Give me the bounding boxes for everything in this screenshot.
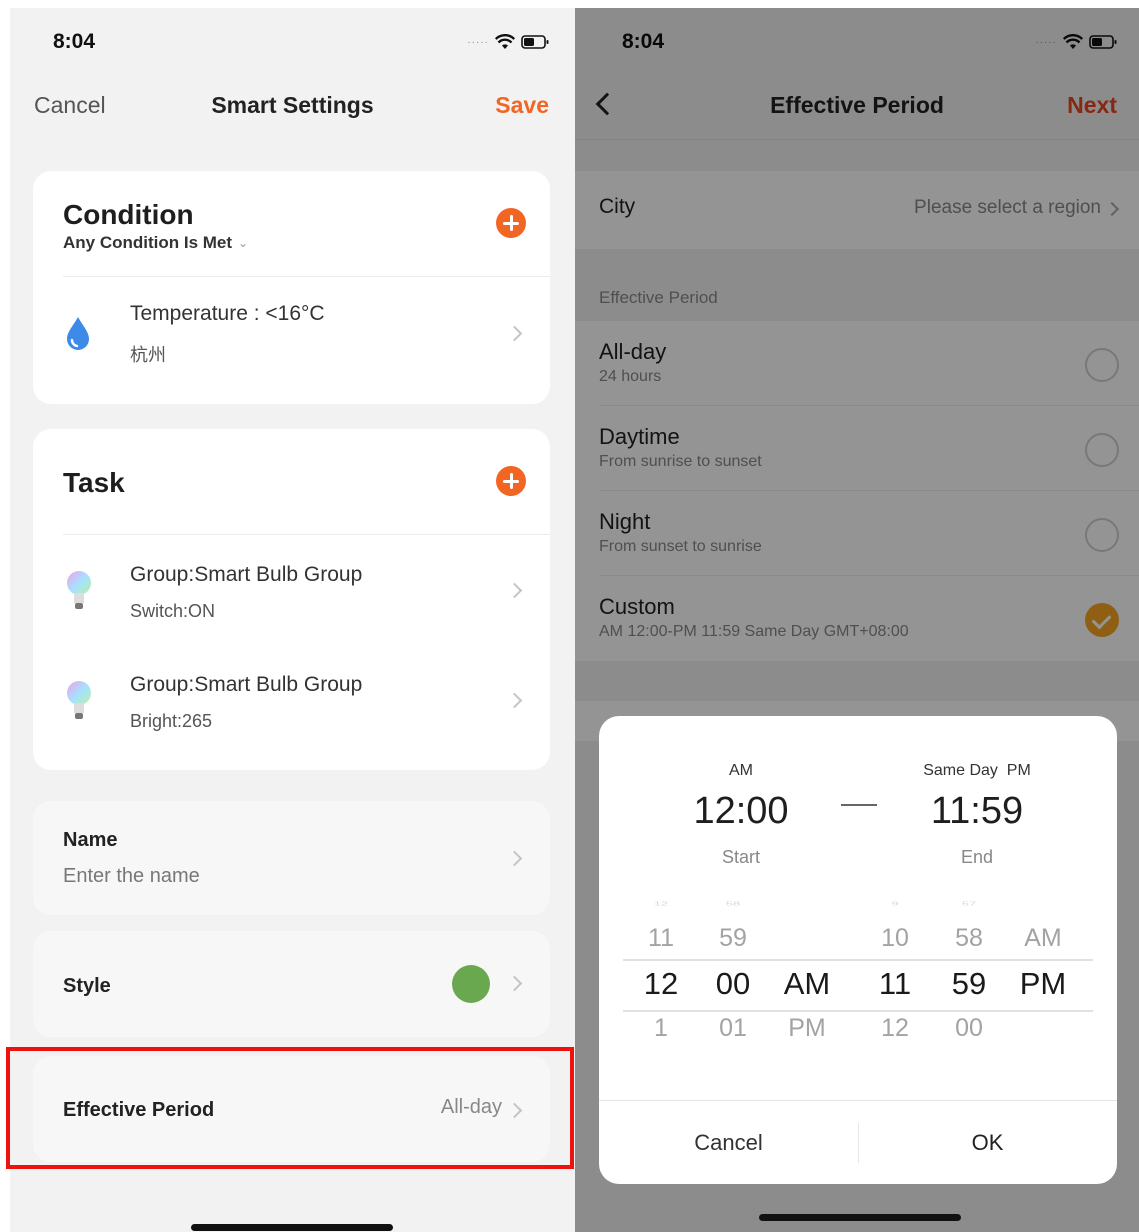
home-indicator (759, 1214, 961, 1221)
add-condition-button[interactable] (496, 208, 526, 238)
start-time: 12:00 (693, 790, 789, 832)
style-label: Style (63, 975, 111, 997)
condition-card: Condition Any Condition Is Met ⌄ Tempera… (33, 171, 550, 404)
name-row[interactable]: Name Enter the name (33, 801, 550, 915)
wifi-icon (495, 34, 515, 50)
status-time: 8:04 (53, 30, 96, 53)
chevron-right-icon (506, 582, 523, 599)
name-label: Name (63, 829, 118, 851)
wheel-faint-value: 57 (961, 900, 977, 907)
wheel-prev-value: 11 (648, 924, 674, 952)
condition-mode-dropdown[interactable]: Any Condition Is Met ⌄ (63, 233, 248, 253)
end-ampm-wheel[interactable]: AM PM (1013, 902, 1073, 1072)
range-dash (841, 804, 877, 806)
condition-title: Condition (63, 199, 194, 230)
wheel-faint-value: 58 (725, 900, 741, 907)
condition-item[interactable]: Temperature : <16°C 杭州 (33, 277, 550, 404)
battery-icon (521, 35, 549, 49)
chevron-down-icon: ⌄ (238, 236, 249, 250)
wheel-next-value: 12 (881, 1014, 909, 1042)
wheel-selected-value: 11 (878, 966, 912, 1001)
chevron-right-icon (506, 1102, 523, 1119)
water-drop-icon (63, 315, 93, 356)
chevron-right-icon (506, 692, 523, 709)
nav-bar: Cancel Smart Settings Save (10, 92, 575, 132)
condition-item-subtitle: 杭州 (130, 345, 166, 365)
wheel-selected-value: 12 (643, 966, 679, 1001)
start-ampm-wheel[interactable]: AM PM (777, 902, 837, 1072)
task-item[interactable]: Group:Smart Bulb Group Bright:265 (33, 645, 550, 755)
wheel-prev-value: 58 (955, 924, 983, 952)
wheel-next-value: 1 (654, 1014, 668, 1042)
task-item-title: Group:Smart Bulb Group (130, 563, 363, 586)
wheel-next-value: 00 (955, 1014, 983, 1042)
wheel-faint-value: 9 (891, 900, 899, 907)
wheel-prev-value: 10 (881, 924, 909, 952)
end-day-ampm-label: Same Day PM (923, 762, 1031, 779)
wheel-faint-value: 12 (653, 900, 669, 907)
task-item-subtitle: Bright:265 (130, 711, 213, 731)
wheel-next-value: PM (788, 1014, 826, 1042)
picker-ok-button[interactable]: OK (858, 1101, 1117, 1184)
save-button[interactable]: Save (495, 92, 549, 119)
wheel-selected-value: 59 (951, 966, 987, 1001)
effective-period-screen: 8:04 ····· Effective Period Next City Pl… (575, 8, 1139, 1232)
chevron-right-icon (506, 325, 523, 342)
end-hour-wheel[interactable]: 9 10 11 12 (865, 900, 925, 1072)
smart-bulb-icon (63, 679, 95, 730)
wheel-prev-value: 59 (719, 924, 747, 952)
chevron-right-icon (506, 975, 523, 992)
end-time: 11:59 (930, 790, 1024, 832)
name-placeholder: Enter the name (63, 865, 200, 887)
effective-period-row[interactable]: Effective Period All-day (33, 1056, 550, 1162)
smart-bulb-icon (63, 569, 95, 620)
condition-mode-label: Any Condition Is Met (63, 233, 233, 252)
task-item[interactable]: Group:Smart Bulb Group Switch:ON (33, 535, 550, 645)
wheel-selected-value: 00 (715, 966, 751, 1001)
wheel-selected-value: AM (783, 966, 831, 1001)
start-ampm-label: AM (729, 762, 753, 779)
style-row[interactable]: Style (33, 931, 550, 1037)
end-minute-wheel[interactable]: 57 58 59 00 (939, 900, 999, 1072)
cancel-button[interactable]: Cancel (34, 92, 106, 119)
start-hour-wheel[interactable]: 12 11 12 1 (631, 900, 691, 1072)
style-color-swatch (452, 965, 490, 1003)
task-item-title: Group:Smart Bulb Group (130, 673, 363, 696)
wheel-next-value: 01 (719, 1014, 747, 1042)
picker-footer: Cancel OK (599, 1100, 1117, 1184)
wheel-selected-value: PM (1019, 966, 1067, 1001)
start-caption: Start (721, 847, 760, 867)
task-card: Task Group:Smart Bulb Group Switch:ON Gr… (33, 429, 550, 770)
picker-cancel-button[interactable]: Cancel (599, 1101, 858, 1184)
end-caption: End (960, 847, 994, 867)
status-bar: 8:04 ····· (10, 30, 575, 60)
task-title: Task (63, 467, 125, 498)
start-minute-wheel[interactable]: 58 59 00 01 (703, 900, 763, 1072)
effective-period-value: All-day (440, 1096, 502, 1118)
task-item-subtitle: Switch:ON (130, 601, 216, 621)
signal-dots-icon: ····· (467, 36, 489, 48)
effective-period-label: Effective Period (63, 1099, 215, 1121)
smart-settings-screen: 8:04 ····· Cancel Smart Settings Save Co… (10, 8, 575, 1232)
wheel-prev-value: AM (1024, 924, 1062, 952)
add-task-button[interactable] (496, 466, 526, 496)
status-icons: ····· (467, 34, 549, 50)
chevron-right-icon (506, 850, 523, 867)
home-indicator (191, 1224, 393, 1231)
time-range-picker: AM 12:00 Start Same Day PM 11:59 End 12 … (599, 716, 1117, 1184)
condition-item-title: Temperature : <16°C (130, 302, 325, 325)
